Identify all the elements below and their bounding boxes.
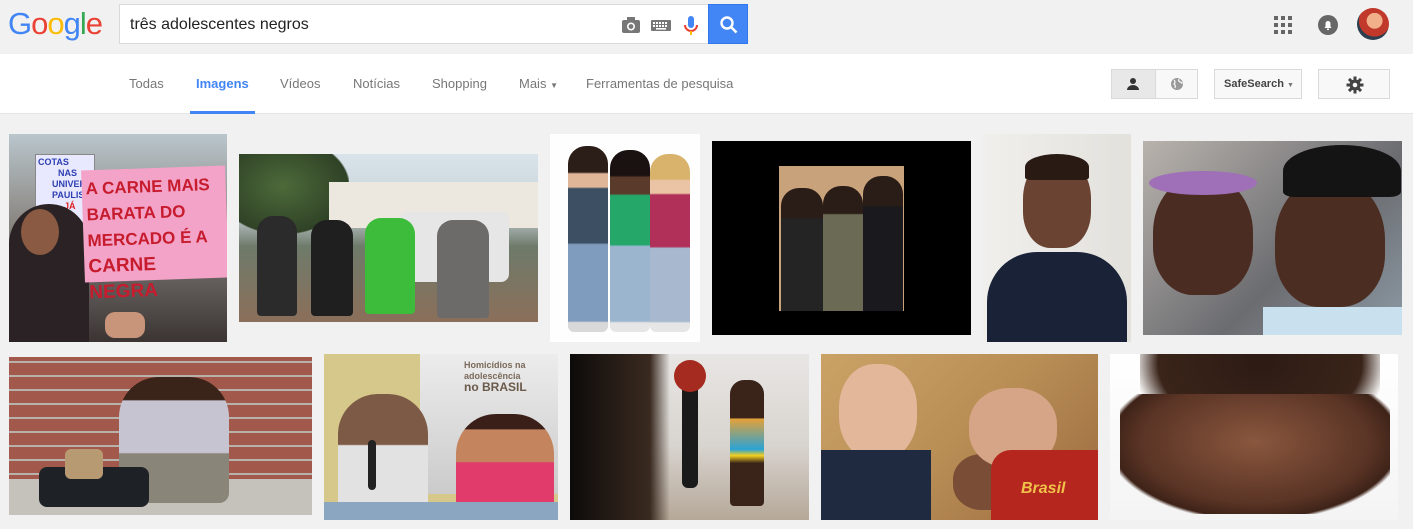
protest-sign-big: A CARNE MAIS BARATA DO MERCADO É A CARNE…: [81, 165, 227, 303]
image-result-6[interactable]: [1143, 141, 1402, 335]
image-result-10[interactable]: Brasil: [821, 354, 1098, 520]
headband: [1149, 171, 1257, 195]
search-input[interactable]: [130, 14, 610, 36]
table: [324, 502, 558, 520]
personal-results-button[interactable]: [1111, 69, 1155, 99]
globe-icon: [1171, 78, 1183, 90]
gear-icon: [1346, 76, 1364, 94]
sign-line: A CARNE MAIS: [85, 175, 211, 199]
safesearch-label: SafeSearch: [1224, 78, 1284, 90]
tab-noticias[interactable]: Notícias: [353, 76, 400, 114]
safesearch-dropdown[interactable]: SafeSearch ▼: [1214, 69, 1302, 99]
public-results-button[interactable]: [1155, 69, 1198, 99]
image-result-11[interactable]: [1110, 354, 1398, 520]
tab-videos[interactable]: Vídeos: [280, 76, 320, 114]
person: [311, 220, 353, 316]
keyboard-icon[interactable]: [650, 15, 672, 35]
banner-title: Homicídios na adolescência no BRASIL: [464, 360, 527, 393]
man: [863, 176, 903, 311]
settings-button[interactable]: [1318, 69, 1390, 99]
tab-mais[interactable]: Mais ▼: [519, 76, 558, 114]
man-left-face: [839, 364, 917, 460]
person-icon: [1127, 78, 1139, 90]
cap: [1283, 145, 1401, 197]
chevron-down-icon: ▼: [550, 81, 558, 90]
logo-letter: g: [63, 6, 81, 41]
girl-right: [650, 154, 690, 332]
person-face: [21, 209, 59, 255]
account-avatar[interactable]: [1357, 8, 1389, 40]
image-result-9[interactable]: [570, 354, 809, 520]
man-right-shirt: Brasil: [991, 450, 1098, 520]
man: [781, 188, 823, 311]
notifications-icon[interactable]: [1318, 15, 1338, 35]
person: [437, 220, 489, 318]
shirt-text: Brasil: [1021, 480, 1066, 497]
image-result-3[interactable]: [550, 134, 700, 342]
girl-middle: [610, 150, 650, 332]
gun-glove: [674, 360, 706, 392]
person: [257, 216, 297, 316]
person: [365, 218, 415, 314]
image-result-1[interactable]: COTAS NAS UNIVERS PAULIS JÁ A CARNE MAIS…: [9, 134, 227, 342]
boy-standing: [730, 380, 764, 506]
sign-line: MERCADO É A: [87, 227, 209, 251]
apps-icon[interactable]: [1274, 16, 1292, 34]
camera-icon[interactable]: [620, 15, 642, 35]
search-tabs-bar: Todas Imagens Vídeos Notícias Shopping M…: [0, 54, 1413, 114]
man: [823, 186, 863, 311]
tab-shopping[interactable]: Shopping: [432, 76, 487, 114]
tab-todas[interactable]: Todas: [129, 76, 164, 114]
logo-letter: e: [85, 6, 103, 41]
man-left-shirt: [821, 450, 931, 520]
image-result-5[interactable]: [983, 134, 1131, 342]
image-result-2[interactable]: [239, 154, 538, 322]
hands: [1120, 394, 1390, 514]
girl-left: [568, 146, 608, 332]
banner-line: no BRASIL: [464, 380, 527, 394]
tab-imagens[interactable]: Imagens: [190, 76, 255, 114]
hand: [105, 312, 145, 338]
microphone: [368, 440, 376, 490]
microphone-icon[interactable]: [680, 15, 702, 35]
image-result-4[interactable]: [712, 141, 971, 335]
search-icon: [720, 16, 738, 34]
photo-inset: [779, 166, 904, 311]
bag: [65, 449, 103, 479]
search-box: [119, 4, 709, 44]
google-logo[interactable]: Google: [8, 6, 103, 42]
top-bar: Google: [0, 0, 1413, 54]
banner-line: Homicídios na: [464, 360, 526, 370]
sign-line: COTAS: [38, 157, 69, 167]
tab-ferramentas-de-pesquisa[interactable]: Ferramentas de pesquisa: [586, 76, 733, 114]
chevron-down-icon: ▼: [1287, 82, 1294, 89]
dark-foreground: [570, 354, 670, 520]
logo-letter: o: [47, 6, 64, 41]
tab-mais-label: Mais: [519, 76, 547, 91]
shirt: [1263, 307, 1402, 335]
sign-line: CARNE NEGRA: [88, 253, 159, 304]
shirt: [987, 252, 1127, 342]
image-result-7[interactable]: [9, 357, 312, 515]
image-result-8[interactable]: Homicídios na adolescência no BRASIL: [324, 354, 558, 520]
search-button[interactable]: [708, 4, 748, 44]
logo-letter: G: [8, 6, 32, 41]
hair: [1025, 154, 1089, 180]
logo-letter: o: [31, 6, 48, 41]
